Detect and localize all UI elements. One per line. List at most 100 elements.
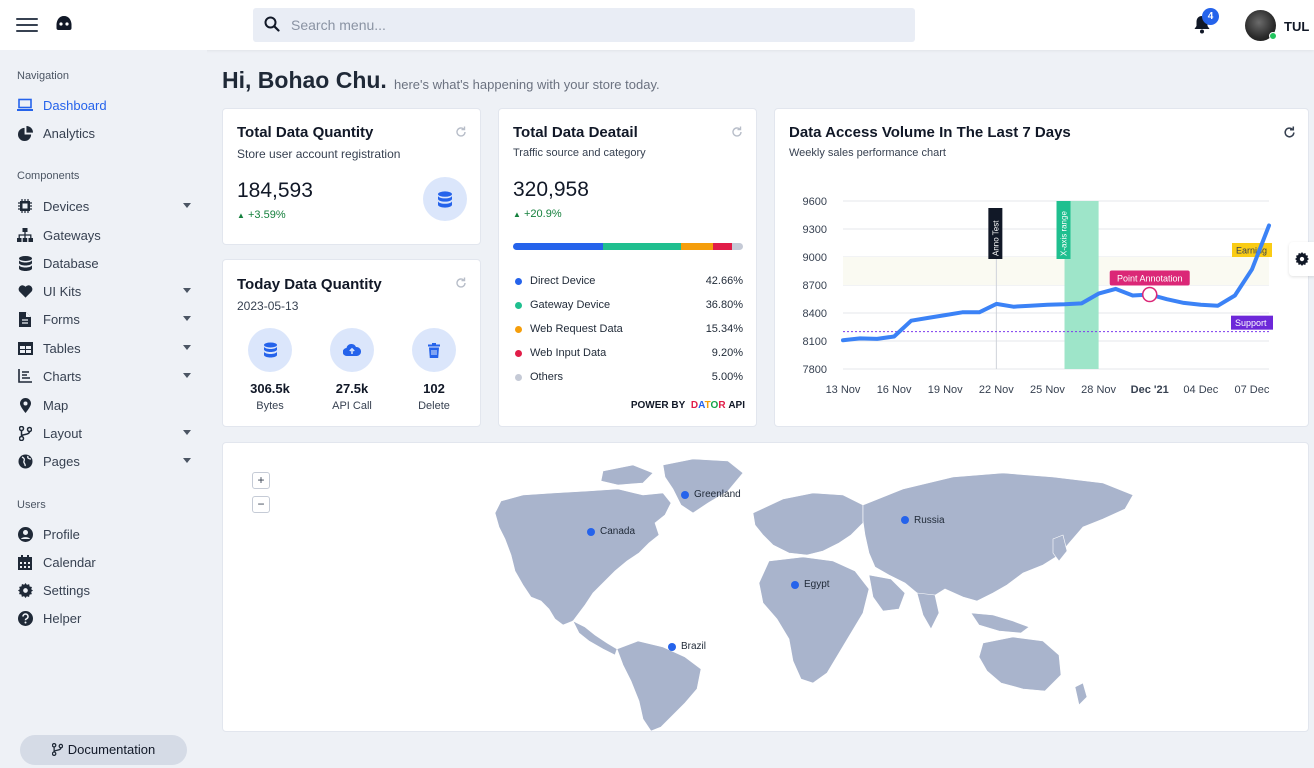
cloud-upload-icon [343,343,361,357]
page-subtitle: here's what's happening with your store … [394,77,660,92]
legend-value: 9.20% [711,347,743,359]
sidebar-item-database[interactable]: Database [17,252,197,274]
total-quantity-value: 184,593 [237,179,313,202]
africa [758,556,870,684]
chart-icon [17,368,33,384]
search-icon [264,16,280,32]
card-subtitle: Store user account registration [237,147,401,161]
x-tick-label: 07 Dec [1235,384,1270,396]
x-range-label-text: X-axis range [1060,211,1069,256]
section-components: Components [17,170,80,182]
card-title: Total Data Quantity [237,124,374,141]
world-map-card: + − Greenland Canada Russia Egypt Brazil [222,442,1309,732]
question-icon [17,610,33,626]
sidebar-item-settings[interactable]: Settings [17,579,197,601]
map-label-egypt: Egypt [804,579,830,590]
chip-icon [17,198,33,214]
y-annotation-label: Support [1235,318,1267,328]
world-map[interactable] [223,443,1308,731]
sidebar-item-helper[interactable]: Helper [17,607,197,629]
sidebar-item-forms[interactable]: Forms [17,308,197,330]
sidebar-item-calendar[interactable]: Calendar [17,551,197,573]
menu-toggle-icon[interactable] [16,18,38,32]
legend-value: 42.66% [705,275,743,287]
refresh-icon[interactable] [455,126,467,138]
map-marker-russia[interactable] [901,516,909,524]
bytes-icon-circle [248,328,292,372]
map-marker-brazil[interactable] [668,643,676,651]
user-name[interactable]: TUL [1284,19,1309,34]
x-annotation-label: Anno Test [991,220,1000,256]
refresh-icon[interactable] [731,126,743,138]
sidebar-item-layout[interactable]: Layout [17,422,197,444]
zoom-in-button[interactable]: + [252,472,270,489]
database-icon-circle [423,177,467,221]
x-tick-label: 19 Nov [928,384,963,396]
chevron-down-icon [183,430,191,435]
search-input[interactable] [291,8,891,42]
legend-value: 36.80% [705,299,743,311]
api-icon-circle [330,328,374,372]
sidebar-item-ui-kits[interactable]: UI Kits [17,280,197,302]
sidebar-item-gateways[interactable]: Gateways [17,224,197,246]
today-quantity-card: Today Data Quantity 2023-05-13 306.5k Byt… [222,259,481,427]
point-annotation-label: Point Annotation [1117,274,1183,284]
sidebar-item-dashboard[interactable]: Dashboard [17,94,197,116]
notification-badge: 4 [1202,8,1219,25]
heart-icon [17,283,33,299]
legend-dot [515,350,522,357]
chevron-down-icon [183,458,191,463]
sidebar-item-devices[interactable]: Devices [17,195,197,217]
share-segment [513,243,604,250]
sidebar-item-tables[interactable]: Tables [17,337,197,359]
x-tick-label: 22 Nov [979,384,1014,396]
north-america [494,488,672,626]
legend-dot [515,302,522,309]
documentation-button[interactable]: Documentation [20,735,187,765]
database-icon [438,190,452,208]
line-chart: 7800 8100 8400 8700 9000 9300 9600 X-axis range… [803,196,1273,396]
settings-float-button[interactable] [1289,242,1314,276]
branch-icon [17,425,33,441]
map-label-greenland: Greenland [694,489,741,500]
today-date: 2023-05-13 [237,299,299,313]
sidebar-item-analytics[interactable]: Analytics [17,122,197,144]
gear-icon [1295,252,1309,266]
share-segment [603,243,681,250]
logo-icon[interactable] [55,15,73,36]
stat-api-call: 27.5k API Call [332,381,372,412]
chevron-down-icon [183,288,191,293]
legend-item: Web Request Data 15.34% [513,322,743,338]
map-marker-greenland[interactable] [681,491,689,499]
zoom-out-button[interactable]: − [252,496,270,513]
sidebar-item-map[interactable]: Map [17,394,197,416]
map-label-brazil: Brazil [681,641,707,652]
stat-delete: 102 Delete [418,381,450,412]
search-box[interactable] [253,8,915,42]
sidebar-item-profile[interactable]: Profile [17,523,197,545]
avatar[interactable] [1245,10,1277,41]
map-marker-canada[interactable] [587,528,595,536]
y-tick-label: 8100 [803,336,827,348]
map-marker-egypt[interactable] [791,581,799,589]
x-tick-label: 13 Nov [826,384,861,396]
y-tick-label: 9300 [803,224,827,236]
legend-value: 5.00% [711,371,743,383]
legend-dot [515,374,522,381]
sidebar-item-charts[interactable]: Charts [17,365,197,387]
total-quantity-card: Total Data Quantity Store user account r… [222,108,481,245]
calendar-icon [17,554,33,570]
documentation-label: Documentation [67,742,156,757]
card-title: Today Data Quantity [237,276,382,293]
file-icon [17,311,33,327]
legend-label: Web Input Data [530,347,607,359]
section-navigation: Navigation [17,70,69,82]
trash-icon [428,342,440,358]
sidebar-item-pages[interactable]: Pages [17,450,197,472]
map-label-russia: Russia [914,515,945,526]
legend-dot [515,278,522,285]
chevron-down-icon [183,373,191,378]
legend-label: Gateway Device [530,299,611,311]
branch-icon [51,742,63,757]
refresh-icon[interactable] [455,277,467,289]
